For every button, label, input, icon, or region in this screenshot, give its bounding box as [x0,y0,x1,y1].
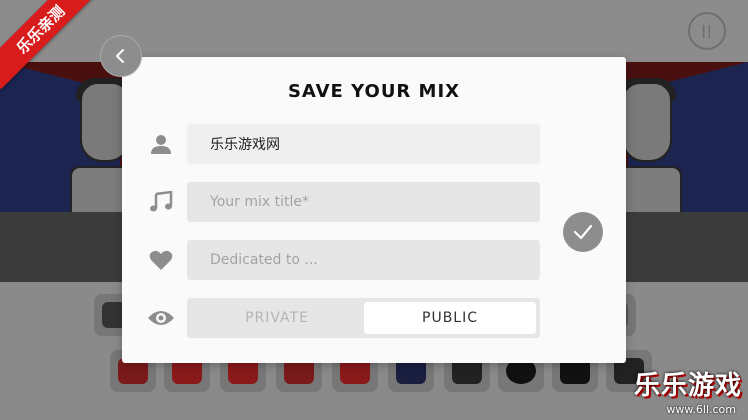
heart-icon [147,246,175,274]
public-option[interactable]: PUBLIC [364,302,536,334]
back-button[interactable] [100,35,142,77]
eye-icon [147,304,175,332]
watermark-site: 乐乐游戏 [633,371,742,401]
pause-button[interactable]: || [688,12,726,50]
checkmark-icon [573,224,593,240]
watermark-url: www.6ll.com [666,403,736,416]
author-name-input[interactable] [187,124,540,164]
chevron-left-icon [116,49,124,63]
music-note-icon [147,188,175,216]
mix-title-input[interactable] [187,182,540,222]
dialog-title: SAVE YOUR MIX [287,81,461,102]
user-icon [147,130,175,158]
pause-icon: || [701,23,713,39]
private-option[interactable]: PRIVATE [191,302,363,334]
visibility-toggle: PRIVATE PUBLIC [187,298,540,338]
dedicated-to-input[interactable] [187,240,540,280]
confirm-button[interactable] [563,212,603,252]
